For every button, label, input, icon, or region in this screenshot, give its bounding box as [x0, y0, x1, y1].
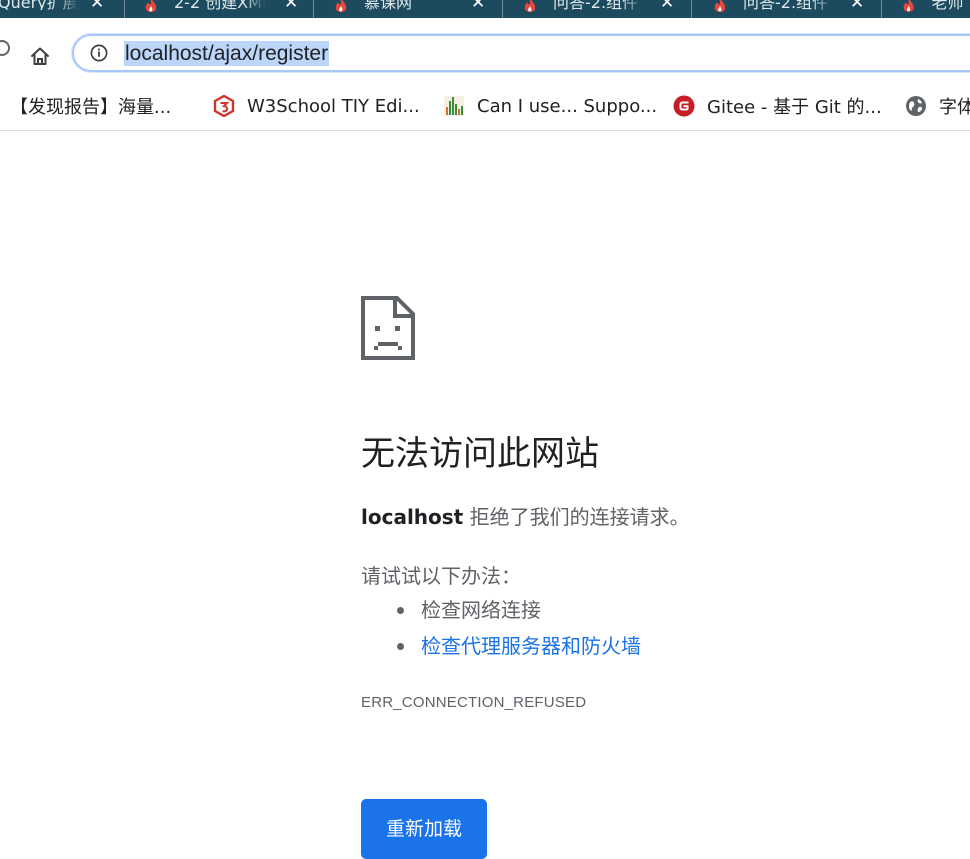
error-description: localhost 拒绝了我们的连接请求。 [361, 503, 690, 531]
tab-title: 问答-2.组件 [743, 0, 829, 10]
bullet-icon [397, 643, 404, 650]
tab-title: Query扩展 [0, 0, 78, 10]
address-bar[interactable]: localhost/ajax/register [72, 34, 970, 72]
flame-icon [145, 0, 157, 12]
tab-separator [124, 0, 125, 18]
info-icon[interactable] [90, 44, 108, 62]
caniuse-icon [444, 96, 464, 116]
error-description-text: 拒绝了我们的连接请求。 [463, 505, 690, 529]
tab-4[interactable]: 问答-2.组件 ✕ [713, 0, 881, 18]
tab-title: 慕课网 [364, 0, 413, 10]
toolbar: localhost/ajax/register [0, 18, 970, 86]
reload-icon[interactable] [0, 40, 10, 56]
flame-icon [335, 0, 347, 12]
home-icon [31, 47, 49, 65]
tab-0[interactable]: Query扩展 ✕ [0, 0, 122, 18]
error-host: localhost [361, 505, 464, 529]
close-icon[interactable]: ✕ [90, 0, 104, 12]
bookmark-report[interactable]: 【发现报告】海量... [0, 94, 171, 118]
suggestions-list: 检查网络连接 检查代理服务器和防火墙 [361, 596, 641, 668]
flame-icon [903, 0, 914, 12]
bookmark-label: Gitee - 基于 Git 的... [707, 97, 882, 118]
tab-separator [691, 0, 692, 18]
close-icon[interactable]: ✕ [660, 0, 674, 12]
tab-5[interactable]: 老师 [902, 0, 970, 18]
url-text[interactable]: localhost/ajax/register [124, 41, 330, 66]
home-button[interactable] [26, 42, 54, 70]
error-code: ERR_CONNECTION_REFUSED [361, 694, 587, 711]
sad-page-icon [361, 296, 415, 360]
suggestion-check-network: 检查网络连接 [361, 596, 641, 632]
flame-icon [714, 0, 726, 12]
suggestions-heading: 请试试以下办法： [361, 564, 521, 588]
close-icon[interactable]: ✕ [471, 0, 485, 12]
report-icon [0, 95, 4, 117]
tab-title: 2-2 创建XMLHttpRequest [174, 0, 266, 10]
bookmark-font[interactable]: 字体 [905, 94, 970, 118]
tab-separator [502, 0, 503, 18]
tab-separator [881, 0, 882, 18]
bookmark-label: 【发现报告】海量... [10, 97, 172, 118]
error-title: 无法访问此网站 [361, 434, 599, 474]
flame-icon [524, 0, 536, 12]
bookmark-label: Can I use... Suppo... [477, 95, 658, 117]
close-icon[interactable]: ✕ [284, 0, 298, 12]
bookmark-caniuse[interactable]: Can I use... Suppo... [443, 94, 657, 118]
reload-button[interactable]: 重新加载 [361, 799, 487, 859]
tab-title: 问答-2.组件 [553, 0, 639, 10]
bookmarks-bar: 【发现报告】海量... W3School TIY Edi... Can I us… [0, 86, 970, 131]
w3school-icon [213, 95, 235, 117]
bookmark-label: 字体 [939, 97, 970, 118]
tab-3[interactable]: 问答-2.组件 ✕ [523, 0, 691, 18]
suggestion-text: 检查网络连接 [421, 598, 541, 622]
bullet-icon [397, 607, 404, 614]
suggestion-check-proxy: 检查代理服务器和防火墙 [361, 632, 641, 668]
bookmark-gitee[interactable]: Gitee - 基于 Git 的... [673, 94, 882, 118]
tab-separator [313, 0, 314, 18]
bookmark-w3school[interactable]: W3School TIY Edi... [213, 94, 420, 118]
check-proxy-link[interactable]: 检查代理服务器和防火墙 [421, 634, 641, 658]
gitee-icon [673, 95, 695, 117]
close-icon[interactable]: ✕ [850, 0, 864, 12]
globe-icon [906, 96, 926, 116]
bookmark-label: W3School TIY Edi... [247, 95, 420, 117]
tab-strip: Query扩展 ✕ 2-2 创建XMLHttpRequest ✕ 慕课网 ✕ 问… [0, 0, 970, 18]
tab-title: 老师 [931, 0, 964, 10]
tab-2[interactable]: 慕课网 ✕ [334, 0, 502, 18]
tab-1[interactable]: 2-2 创建XMLHttpRequest ✕ [144, 0, 312, 18]
